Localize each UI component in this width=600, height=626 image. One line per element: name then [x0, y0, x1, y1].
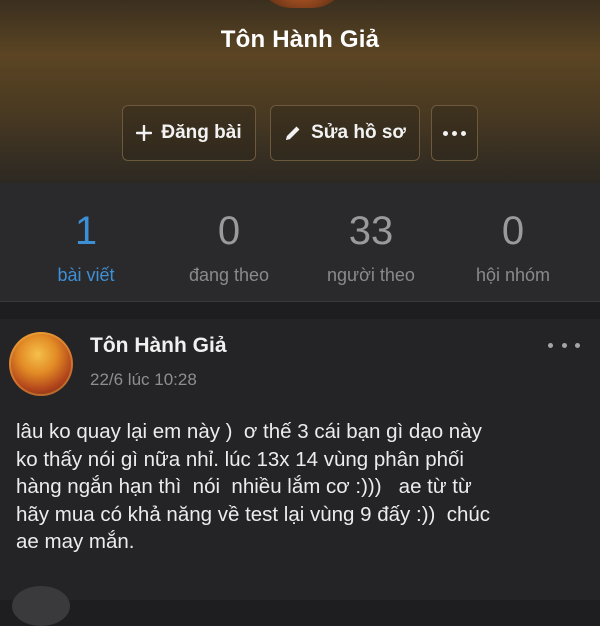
create-post-label: Đăng bài [161, 122, 242, 143]
edit-profile-button[interactable]: Sửa hồ sơ [270, 105, 420, 161]
stat-label: người theo [327, 265, 415, 285]
stat-label: đang theo [188, 265, 270, 285]
stat-value: 1 [74, 209, 98, 253]
profile-avatar[interactable] [256, 0, 348, 8]
more-horizontal-icon [443, 130, 466, 136]
post-body-text: lâu ko quay lại em này ) ơ thế 3 cái bạn… [16, 420, 491, 553]
stat-posts[interactable]: 1 bài viết [11, 183, 161, 301]
post-author-name[interactable]: Tôn Hành Giả [90, 334, 227, 358]
profile-stats: 1 bài viết 0 đang theo 33 người theo 0 h… [0, 183, 600, 302]
partial-avatar [12, 586, 70, 626]
post-more-icon[interactable] [548, 337, 580, 353]
profile-header: Tôn Hành Giả Đăng bài Sửa hồ sơ [0, 0, 600, 183]
stat-groups[interactable]: 0 hội nhóm [438, 183, 588, 301]
create-post-button[interactable]: Đăng bài [122, 105, 256, 161]
edit-profile-label: Sửa hồ sơ [311, 122, 406, 143]
stat-value: 33 [348, 209, 394, 253]
pencil-icon [284, 124, 302, 142]
plus-icon [136, 125, 153, 141]
stat-followers[interactable]: 33 người theo [296, 183, 446, 301]
stat-value: 0 [501, 209, 525, 253]
post-card: Tôn Hành Giả 22/6 lúc 10:28 lâu ko quay … [0, 319, 600, 600]
profile-name: Tôn Hành Giả [220, 26, 380, 53]
stat-value: 0 [217, 209, 241, 253]
stat-label: hội nhóm [475, 265, 551, 285]
stat-label: bài viết [57, 265, 115, 285]
post-timestamp[interactable]: 22/6 lúc 10:28 [90, 370, 197, 390]
stat-following[interactable]: 0 đang theo [154, 183, 304, 301]
author-avatar[interactable] [9, 332, 73, 396]
more-options-button[interactable] [431, 105, 478, 161]
